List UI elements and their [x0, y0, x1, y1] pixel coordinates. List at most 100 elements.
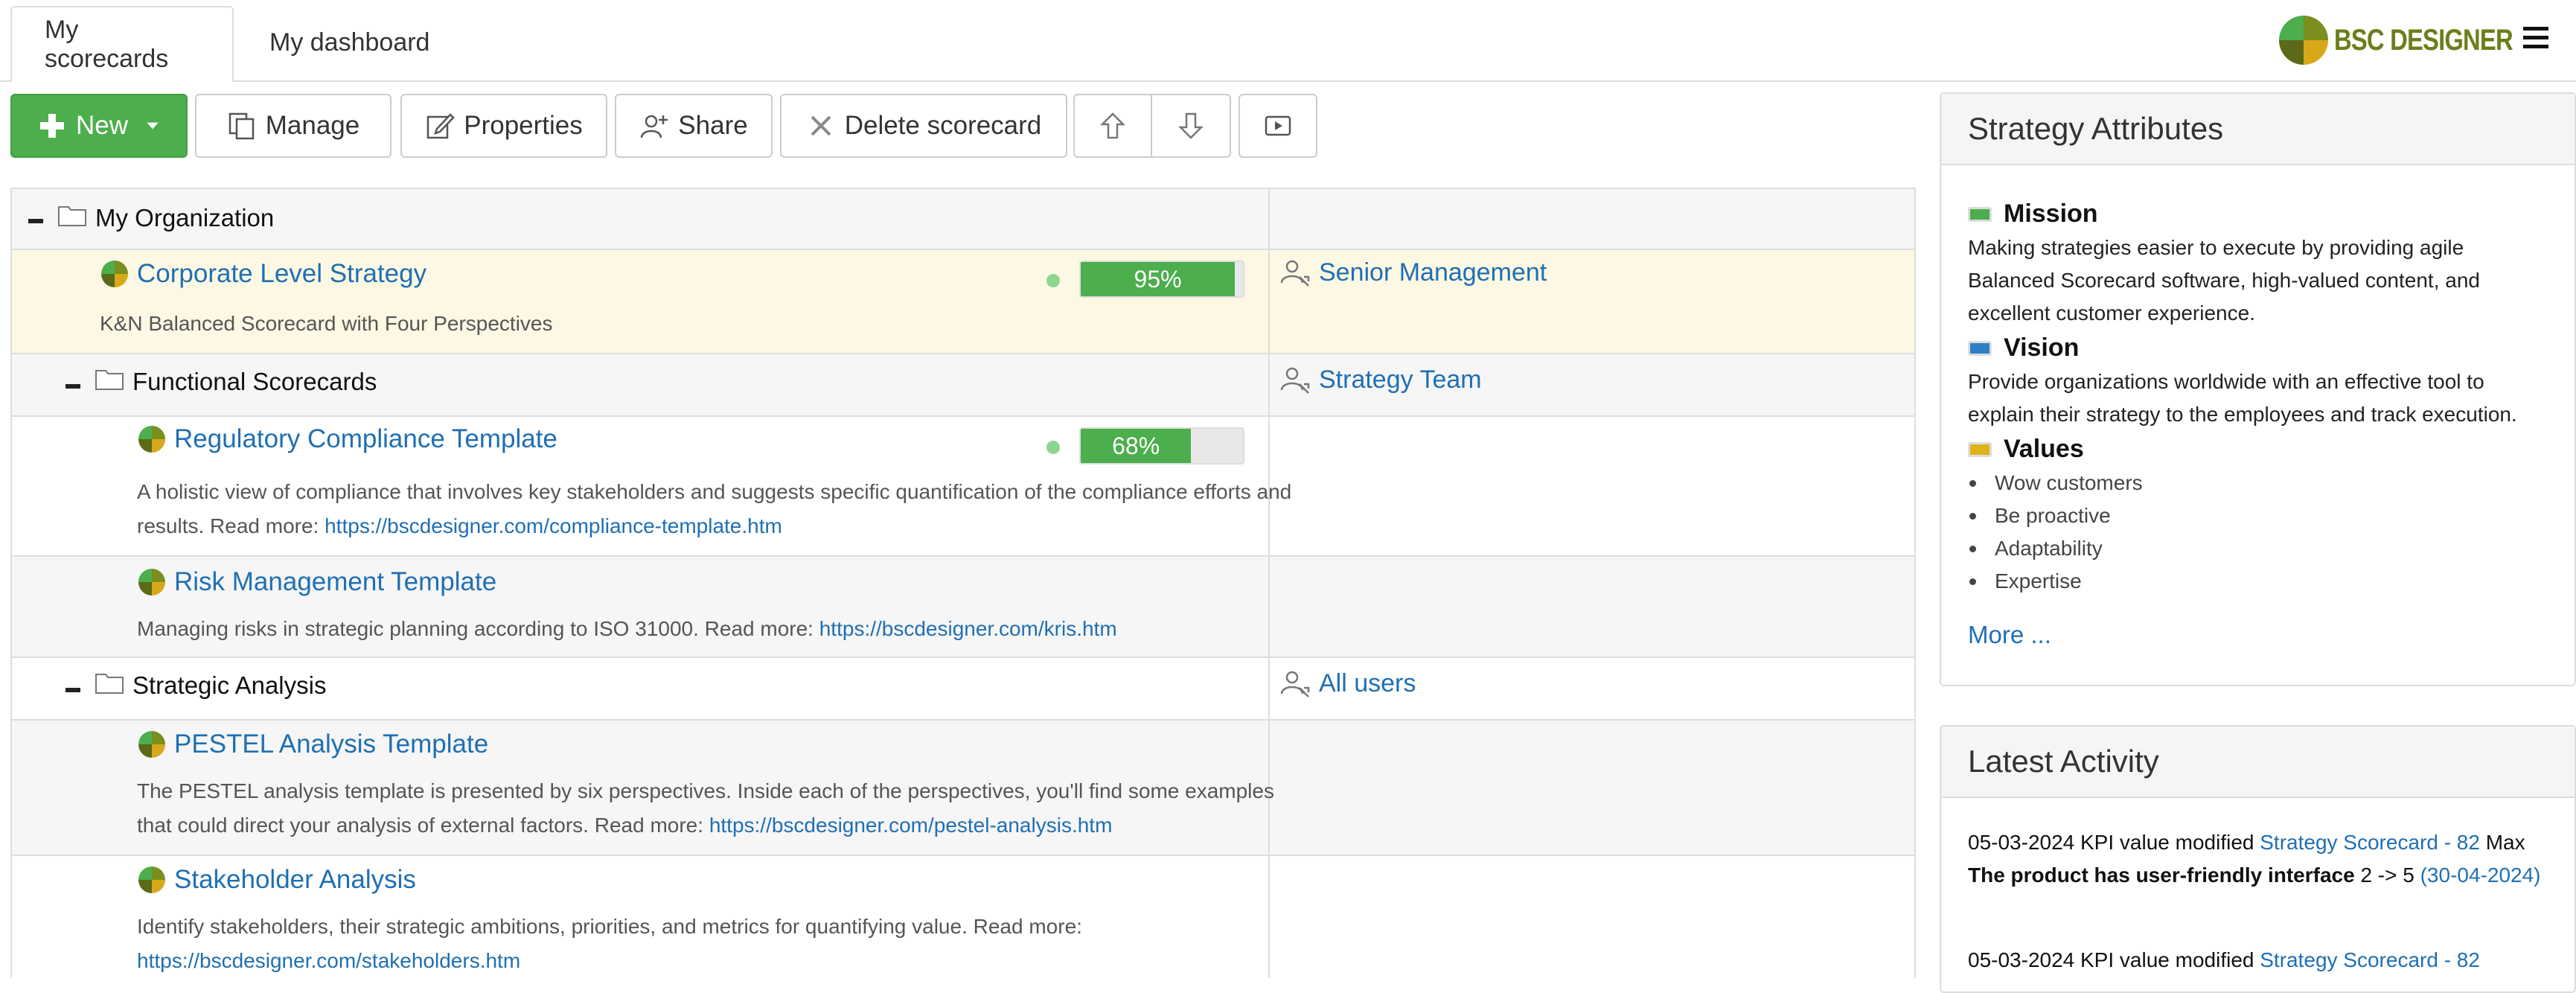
folder-label: My Organization — [95, 204, 275, 232]
presentation-button[interactable] — [1239, 94, 1317, 158]
tree-row-risk-management[interactable]: Risk Management Template Managing risks … — [10, 557, 1916, 658]
properties-button[interactable]: Properties — [400, 94, 607, 158]
folder-icon — [95, 370, 124, 390]
list-item: Expertise — [1968, 565, 2143, 598]
progress-label: 95% — [1134, 265, 1182, 293]
tab-my-dashboard[interactable]: My dashboard — [237, 6, 462, 79]
scorecard-title-link[interactable]: Corporate Level Strategy — [137, 259, 426, 289]
tree-row-stakeholder-analysis[interactable]: Stakeholder Analysis Identify stakeholde… — [10, 856, 1916, 978]
scorecard-description: Identify stakeholders, their strategic a… — [137, 910, 1313, 978]
activity-item: 05-03-2024 KPI value modified Strategy S… — [1968, 944, 2563, 977]
owner-label: Strategy Team — [1319, 365, 1482, 394]
tree-row-strategic-analysis[interactable]: Strategic Analysis All users — [10, 658, 1916, 721]
owner-link[interactable]: Senior Management — [1279, 258, 1547, 287]
tree-row-functional-scorecards[interactable]: Functional Scorecards Strategy Team — [10, 354, 1916, 417]
arrow-down-icon — [1177, 112, 1204, 139]
owner-label: All users — [1319, 668, 1416, 697]
activity-period-link[interactable]: (30-04-2024) — [2420, 863, 2541, 887]
mission-title: Mission — [2004, 199, 2098, 228]
manage-button[interactable]: Manage — [195, 94, 391, 158]
activity-change: 2 -> 5 — [2354, 863, 2420, 887]
vision-text: Provide organizations worldwide with an … — [1968, 370, 2517, 426]
bsc-designer-logo[interactable]: BSC DESIGNER — [2278, 13, 2552, 67]
collapse-icon[interactable] — [65, 384, 80, 389]
values-title: Values — [2004, 435, 2084, 463]
menu-hamburger-icon[interactable] — [2523, 27, 2548, 54]
properties-button-label: Properties — [464, 111, 583, 140]
move-up-button[interactable] — [1073, 94, 1152, 158]
logo-text: BSC DESIGNER — [2334, 23, 2513, 57]
scorecard-title-link[interactable]: Stakeholder Analysis — [174, 865, 416, 895]
tree-row-my-organization[interactable]: My Organization — [10, 188, 1916, 250]
panel-title: Latest Activity — [1941, 727, 2575, 798]
scorecard-description: A holistic view of compliance that invol… — [137, 475, 1313, 543]
top-navigation: My scorecards My dashboard BSC DESIGNER — [0, 0, 2576, 82]
tree-row-regulatory-compliance[interactable]: Regulatory Compliance Template 68% A hol… — [10, 417, 1916, 557]
folder-label: Functional Scorecards — [132, 368, 377, 395]
folder-icon — [58, 206, 86, 226]
user-group-icon — [1280, 367, 1310, 394]
folder-icon — [95, 674, 124, 694]
tab-my-scorecards[interactable]: My scorecards — [10, 6, 234, 82]
status-dot — [1046, 274, 1060, 287]
scorecard-icon — [138, 569, 165, 596]
latest-activity-panel: Latest Activity 05-03-2024 KPI value mod… — [1940, 725, 2576, 993]
read-more-link[interactable]: https://bscdesigner.com/pestel-analysis.… — [709, 814, 1113, 837]
list-item: Be proactive — [1968, 499, 2143, 532]
more-link[interactable]: More ... — [1968, 621, 2051, 649]
delete-icon — [811, 115, 831, 136]
tree-row-pestel-analysis[interactable]: PESTEL Analysis Template The PESTEL anal… — [10, 721, 1916, 856]
mission-text: Making strategies easier to execute by p… — [1968, 236, 2480, 325]
panel-title: Strategy Attributes — [1941, 94, 2575, 165]
scorecard-title-link[interactable]: Risk Management Template — [174, 567, 496, 597]
plus-icon — [39, 114, 64, 138]
vision-badge — [1968, 340, 1992, 356]
progress-bar: 95% — [1079, 261, 1244, 298]
caret-down-icon — [147, 122, 159, 130]
mission-badge — [1968, 206, 1992, 222]
share-button-label: Share — [678, 111, 748, 140]
scorecard-description: The PESTEL analysis template is presente… — [137, 774, 1313, 843]
edit-icon — [426, 113, 455, 139]
scorecard-icon — [138, 866, 165, 893]
activity-date: 05-03-2024 KPI value modified — [1968, 948, 2260, 971]
scorecard-title-link[interactable]: Regulatory Compliance Template — [174, 424, 557, 454]
new-button[interactable]: New — [10, 94, 188, 158]
manage-button-label: Manage — [265, 111, 360, 140]
description-text: Managing risks in strategic planning acc… — [137, 617, 819, 640]
collapse-icon[interactable] — [65, 688, 80, 692]
activity-scorecard-link[interactable]: Strategy Scorecard - 82 — [2260, 948, 2480, 971]
collapse-icon[interactable] — [28, 219, 43, 223]
strategy-attributes-panel: Strategy Attributes Mission Making strat… — [1940, 92, 2576, 686]
status-dot — [1046, 441, 1060, 454]
scorecard-description: Managing risks in strategic planning acc… — [137, 612, 1313, 646]
copy-icon — [228, 112, 254, 140]
activity-date: 05-03-2024 KPI value modified — [1968, 831, 2260, 854]
logo-icon — [2279, 16, 2328, 65]
activity-scorecard-link[interactable]: Strategy Scorecard - 82 — [2260, 831, 2480, 854]
add-user-icon — [641, 115, 668, 138]
scorecard-icon — [138, 731, 165, 758]
move-down-button[interactable] — [1151, 94, 1231, 158]
description-text: Identify stakeholders, their strategic a… — [137, 915, 1082, 938]
read-more-link[interactable]: https://bscdesigner.com/stakeholders.htm — [137, 949, 520, 972]
values-section: Values Wow customers Be proactive Adapta… — [1968, 435, 2143, 598]
delete-scorecard-button-label: Delete scorecard — [844, 111, 1042, 140]
read-more-link[interactable]: https://bscdesigner.com/kris.htm — [819, 617, 1117, 640]
share-button[interactable]: Share — [615, 94, 773, 158]
vision-section: Vision Provide organizations worldwide w… — [1968, 333, 2556, 431]
read-more-link[interactable]: https://bscdesigner.com/compliance-templ… — [325, 514, 782, 537]
delete-scorecard-button[interactable]: Delete scorecard — [780, 94, 1067, 158]
scorecard-icon — [138, 426, 165, 453]
scorecard-title-link[interactable]: PESTEL Analysis Template — [174, 729, 488, 759]
scorecard-tree: My Organization Corporate Level Strategy… — [10, 188, 1916, 978]
mission-section: Mission Making strategies easier to exec… — [1968, 199, 2556, 330]
scorecard-description: K&N Balanced Scorecard with Four Perspec… — [100, 312, 553, 335]
owner-link[interactable]: Strategy Team — [1279, 365, 1482, 395]
list-item: Adaptability — [1968, 532, 2143, 565]
play-icon — [1265, 115, 1291, 136]
arrow-up-icon — [1099, 112, 1126, 139]
tree-row-corporate-level-strategy[interactable]: Corporate Level Strategy 95% K&N Balance… — [10, 250, 1916, 354]
user-group-icon — [1280, 671, 1310, 697]
owner-link[interactable]: All users — [1279, 668, 1416, 698]
